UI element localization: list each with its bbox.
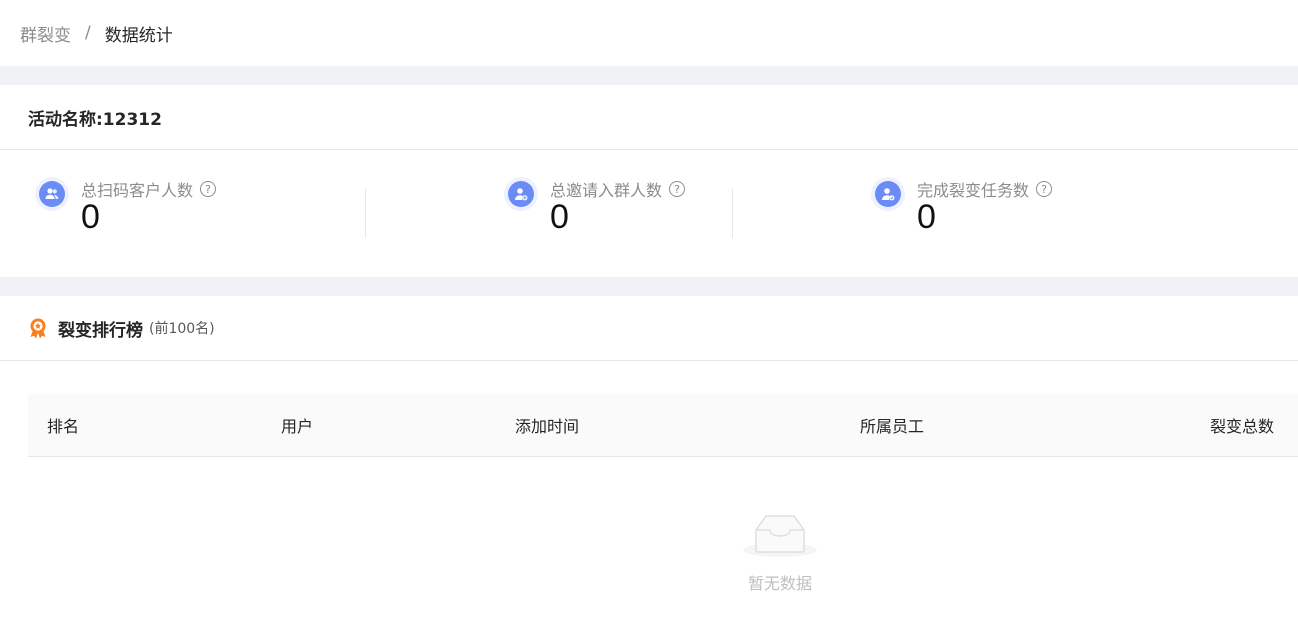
ranking-table-header: 排名 用户 添加时间 所属员工 裂变总数 [28,394,1298,457]
stat-label: 完成裂变任务数 ? [917,177,1053,201]
user-add-icon [504,177,538,211]
help-icon[interactable]: ? [200,181,217,197]
stat-label: 总邀请入群人数 ? [550,177,686,201]
ranking-card: 裂变排行榜 (前100名) 排名 用户 添加时间 所属员工 裂变总数 暂无数据 [0,296,1298,627]
column-user: 用户 [281,417,314,436]
empty-state: 暂无数据 [700,506,860,594]
activity-name: 活动名称:12312 [0,85,1298,150]
ranking-title: 裂变排行榜 [58,320,143,341]
breadcrumb-current: 数据统计 [104,25,173,46]
stats-row: 总扫码客户人数 ? 0 总邀请入群人数 ? 0 完成裂变任务数 ? 0 [0,150,1298,277]
help-icon[interactable]: ? [669,181,686,197]
column-rank: 排名 [47,417,80,436]
user-check-icon [871,177,905,211]
column-staff: 所属员工 [860,417,925,436]
stat-value: 0 [917,198,936,236]
breadcrumb-parent-link[interactable]: 群裂变 [20,21,71,46]
empty-text: 暂无数据 [747,574,812,593]
breadcrumb: 群裂变 / 数据统计 [0,0,1298,66]
stat-value: 0 [81,198,100,236]
column-fission-total: 裂变总数 [1209,417,1274,436]
breadcrumb-separator: / [85,23,91,43]
divider [732,188,733,238]
help-icon[interactable]: ? [1036,181,1053,197]
empty-inbox-icon [740,506,820,562]
stat-value: 0 [550,198,569,236]
divider [365,188,366,238]
ranking-subtitle: (前100名) [149,321,215,337]
medal-icon [28,317,48,339]
column-added-time: 添加时间 [515,417,580,436]
stat-label: 总扫码客户人数 ? [81,177,217,201]
ranking-header: 裂变排行榜 (前100名) [0,296,1298,361]
activity-card: 活动名称:12312 总扫码客户人数 ? 0 总邀请入群人数 ? 0 完成裂变任… [0,85,1298,277]
users-icon [35,177,69,211]
